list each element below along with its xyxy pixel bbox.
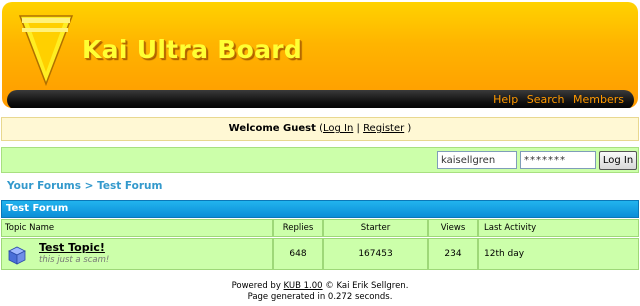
nav-links: Help Search Members <box>488 93 624 106</box>
powered-prefix: Powered by <box>231 281 281 291</box>
nav-members-link[interactable]: Members <box>573 93 624 106</box>
column-views[interactable]: Views <box>428 219 478 237</box>
nav-help-link[interactable]: Help <box>493 93 518 106</box>
topic-cell: Test Topic! this just a scam! <box>1 238 273 270</box>
nav-search-link[interactable]: Search <box>527 93 565 106</box>
breadcrumb: Your Forums > Test Forum <box>7 180 162 192</box>
separator: | <box>356 123 360 134</box>
login-bar: Log In <box>1 147 639 173</box>
powered-by-line: Powered by KUB 1.00 © Kai Erik Sellgren. <box>0 281 640 292</box>
footer: Powered by KUB 1.00 © Kai Erik Sellgren.… <box>0 281 640 303</box>
breadcrumb-separator: > <box>84 180 94 192</box>
kub-link[interactable]: KUB 1.00 <box>284 281 323 291</box>
page-generated-text: Page generated in 0.272 seconds. <box>247 292 393 302</box>
paren-close: ) <box>407 123 412 134</box>
copyright-text: © Kai Erik Sellgren. <box>325 281 409 291</box>
forum-title: Test Forum <box>1 200 639 218</box>
page: Kai Ultra Board Help Search Members Welc… <box>0 0 640 306</box>
password-input[interactable] <box>520 151 596 169</box>
login-button[interactable]: Log In <box>599 151 637 170</box>
breadcrumb-root[interactable]: Your Forums <box>7 180 81 192</box>
register-link[interactable]: Register <box>363 123 404 134</box>
topic-title-link[interactable]: Test Topic! <box>39 241 105 254</box>
logo-icon <box>18 15 74 86</box>
views-cell: 234 <box>428 238 478 270</box>
topic-description: this just a scam! <box>39 255 110 265</box>
username-input[interactable] <box>437 151 517 169</box>
header-banner: Kai Ultra Board Help Search Members <box>2 2 638 108</box>
column-last-activity[interactable]: Last Activity <box>478 219 639 237</box>
starter-cell[interactable]: 167453 <box>323 238 428 270</box>
welcome-bar: Welcome Guest (Log In | Register ) <box>1 117 639 141</box>
board-title: Kai Ultra Board <box>82 35 303 64</box>
nav-bar: Help Search Members <box>7 90 634 108</box>
column-starter[interactable]: Starter <box>323 219 428 237</box>
column-topic-name[interactable]: Topic Name <box>1 219 273 237</box>
breadcrumb-current[interactable]: Test Forum <box>97 180 162 192</box>
welcome-text: Welcome Guest <box>228 123 316 134</box>
topic-icon <box>8 246 26 265</box>
last-activity-cell: 12th day <box>478 238 639 270</box>
login-link[interactable]: Log In <box>323 123 353 134</box>
replies-cell: 648 <box>273 238 323 270</box>
column-replies[interactable]: Replies <box>273 219 323 237</box>
